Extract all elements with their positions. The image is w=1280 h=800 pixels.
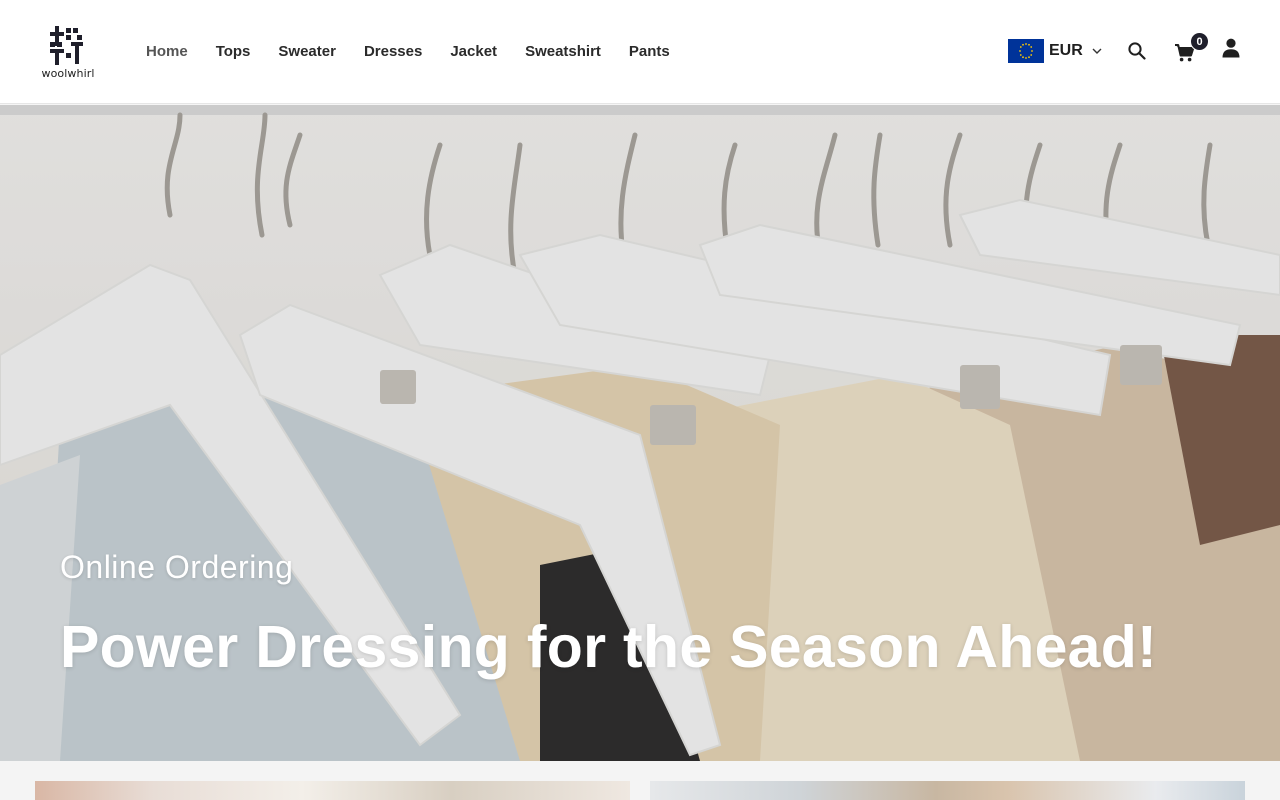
nav-item-home[interactable]: Home (132, 40, 202, 64)
site-header: woolwhirl Home Tops Sweater Dresses Jack… (0, 0, 1280, 104)
featured-card-2[interactable] (650, 781, 1245, 800)
hero-subtitle: Online Ordering (60, 549, 294, 585)
main-navigation: Home Tops Sweater Dresses Jacket Sweatsh… (132, 40, 684, 64)
nav-item-pants[interactable]: Pants (615, 40, 684, 64)
hero-banner: Online Ordering Power Dressing for the S… (0, 105, 1280, 761)
chevron-down-icon (1092, 48, 1102, 54)
eu-flag-icon (1008, 39, 1044, 63)
nav-item-jacket[interactable]: Jacket (436, 40, 511, 64)
user-icon (1222, 38, 1240, 58)
search-icon (1128, 42, 1146, 60)
logo-mark-icon (50, 26, 83, 65)
cart-button[interactable]: 0 (1174, 32, 1210, 66)
currency-selector[interactable]: EUR (1008, 38, 1102, 64)
currency-code: EUR (1049, 42, 1083, 59)
account-button[interactable] (1220, 37, 1242, 59)
search-button[interactable] (1126, 40, 1148, 62)
nav-item-sweatshirt[interactable]: Sweatshirt (511, 40, 615, 64)
hero-title: Power Dressing for the Season Ahead! (60, 614, 1158, 680)
featured-card-1[interactable] (35, 781, 630, 800)
brand-name: woolwhirl (41, 67, 95, 80)
brand-logo[interactable]: woolwhirl (40, 24, 96, 84)
nav-item-dresses[interactable]: Dresses (350, 40, 436, 64)
nav-item-tops[interactable]: Tops (202, 40, 265, 64)
nav-item-sweater[interactable]: Sweater (264, 40, 350, 64)
cart-count-badge: 0 (1190, 32, 1209, 51)
featured-cards (0, 761, 1280, 800)
